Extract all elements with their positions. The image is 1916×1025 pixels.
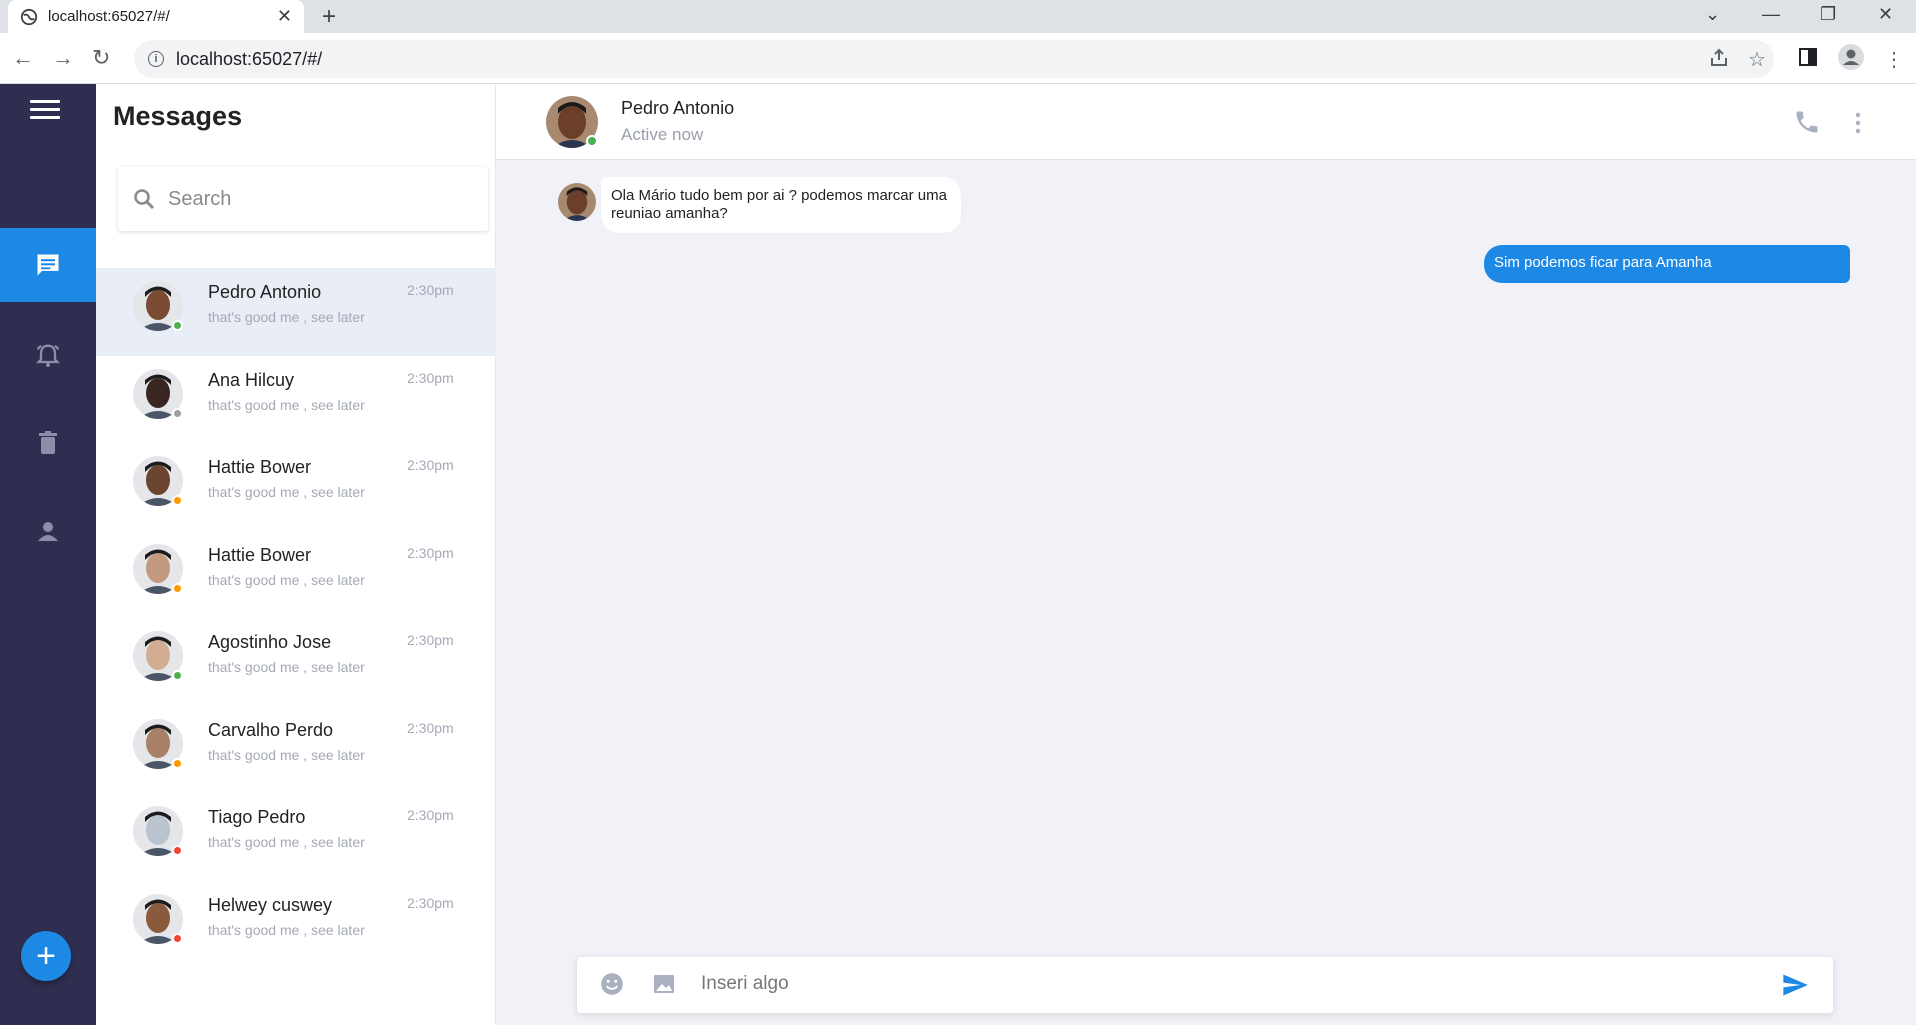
person-icon xyxy=(38,522,58,541)
more-options-icon[interactable] xyxy=(1853,112,1863,134)
message-sender-avatar xyxy=(558,183,596,221)
panel-title: Messages xyxy=(113,101,243,131)
contact-list: Pedro Antonio that's good me , see later 2… xyxy=(96,268,496,968)
search-placeholder: Search xyxy=(168,187,232,210)
rail-item-profile[interactable] xyxy=(0,494,96,568)
nav-rail: + xyxy=(0,84,96,1025)
browser-menu-icon[interactable]: ⋮ xyxy=(1884,47,1904,72)
chat-header: Pedro Antonio Active now xyxy=(496,84,1916,160)
contact-preview: that's good me , see later xyxy=(208,659,365,675)
list-item[interactable]: Agostinho Jose that's good me , see later… xyxy=(96,618,496,706)
contact-time: 2:30pm xyxy=(407,457,454,473)
new-conversation-button[interactable]: + xyxy=(21,931,71,981)
chat-contact-status: Active now xyxy=(621,125,704,144)
status-dot xyxy=(172,845,183,856)
app: + Messages Search Pedro Antonio that's go… xyxy=(0,84,1916,1025)
browser-toolbar: ← → ↻ i localhost:65027/#/ ☆ ⋮ xyxy=(0,33,1916,84)
contact-name: Pedro Antonio xyxy=(208,282,322,302)
address-bar[interactable]: i localhost:65027/#/ xyxy=(134,40,1774,78)
status-dot xyxy=(172,757,183,769)
list-item[interactable]: Carvalho Perdo that's good me , see later… xyxy=(96,706,496,794)
contact-preview: that's good me , see later xyxy=(208,921,365,938)
close-window-icon[interactable]: ✕ xyxy=(1878,4,1893,25)
image-icon[interactable] xyxy=(652,972,676,996)
outgoing-message-bubble: Sim podemos ficar para Amanha xyxy=(1484,245,1850,283)
search-icon xyxy=(134,189,155,210)
status-dot xyxy=(172,670,183,681)
minimize-icon[interactable]: — xyxy=(1762,4,1780,25)
reload-icon[interactable]: ↻ xyxy=(92,45,110,71)
side-panel-icon[interactable] xyxy=(1798,47,1818,67)
contact-time: 2:30pm xyxy=(407,807,454,823)
list-item[interactable]: Hattie Bower that's good me , see later 2:… xyxy=(96,531,496,619)
status-dot xyxy=(172,932,183,944)
alarm-icon xyxy=(35,344,61,368)
contact-name: Helwey cuswey xyxy=(208,894,333,915)
contact-name: Carvalho Perdo xyxy=(208,719,334,740)
tab-title: localhost:65027/#/ xyxy=(48,8,170,25)
message-composer[interactable]: Inseri algo xyxy=(577,957,1833,1013)
contact-name: Ana Hilcuy xyxy=(208,369,295,390)
globe-icon xyxy=(20,8,38,25)
contact-time: 2:30pm xyxy=(407,894,454,911)
rail-item-alerts[interactable] xyxy=(0,318,96,392)
contact-preview: that's good me , see later xyxy=(208,484,365,500)
contact-time: 2:30pm xyxy=(407,282,454,298)
phone-icon[interactable] xyxy=(1793,108,1821,136)
profile-avatar-icon[interactable] xyxy=(1838,44,1864,70)
status-dot xyxy=(172,582,183,594)
chat-icon xyxy=(37,254,59,276)
status-dot xyxy=(172,495,183,506)
contact-time: 2:30pm xyxy=(407,544,454,561)
list-item[interactable]: Helwey cuswey that's good me , see later 2… xyxy=(96,881,496,969)
contact-preview: that's good me , see later xyxy=(208,309,365,325)
forward-icon[interactable]: → xyxy=(52,45,74,71)
site-info-icon[interactable]: i xyxy=(148,51,164,67)
status-dot xyxy=(172,407,183,419)
contact-time: 2:30pm xyxy=(407,369,454,386)
browser-tab[interactable]: localhost:65027/#/ ✕ xyxy=(8,0,304,33)
send-icon[interactable] xyxy=(1780,971,1810,999)
chat-area: Pedro Antonio Active now Ola Mário tudo … xyxy=(496,84,1916,1025)
list-item[interactable]: Pedro Antonio that's good me , see later 2… xyxy=(96,268,496,356)
rail-item-messages[interactable] xyxy=(0,228,96,302)
emoji-icon[interactable] xyxy=(599,971,625,997)
contact-preview: that's good me , see later xyxy=(208,834,365,850)
composer-placeholder: Inseri algo xyxy=(701,973,789,994)
search-input[interactable]: Search xyxy=(118,167,488,231)
chat-contact-name: Pedro Antonio xyxy=(621,98,735,118)
contact-preview: that's good me , see later xyxy=(208,396,365,413)
contact-time: 2:30pm xyxy=(407,719,454,736)
contact-name: Agostinho Jose xyxy=(208,632,332,652)
list-item[interactable]: Ana Hilcuy that's good me , see later 2:30… xyxy=(96,356,496,444)
messages-panel: Messages Search Pedro Antonio that's good… xyxy=(96,84,496,1025)
new-tab-icon[interactable]: + xyxy=(322,3,336,31)
contact-name: Hattie Bower xyxy=(208,457,312,477)
list-item[interactable]: Hattie Bower that's good me , see later 2:… xyxy=(96,443,496,531)
contact-preview: that's good me , see later xyxy=(208,571,365,588)
close-tab-icon[interactable]: ✕ xyxy=(277,6,292,27)
incoming-message-bubble: Ola Mário tudo bem por ai ? podemos marc… xyxy=(601,177,961,233)
rail-item-trash[interactable] xyxy=(0,406,96,480)
back-icon[interactable]: ← xyxy=(12,45,34,71)
online-status-dot xyxy=(586,135,598,147)
trash-icon xyxy=(39,431,57,454)
bookmark-star-icon[interactable]: ☆ xyxy=(1748,47,1766,72)
contact-name: Hattie Bower xyxy=(208,544,312,565)
hamburger-menu-icon[interactable] xyxy=(30,100,60,122)
contact-time: 2:30pm xyxy=(407,632,454,648)
url-text: localhost:65027/#/ xyxy=(176,48,323,69)
browser-tabbar: localhost:65027/#/ ✕ + ⌄ — ❐ ✕ xyxy=(0,0,1916,33)
list-item[interactable]: Tiago Pedro that's good me , see later 2:3… xyxy=(96,793,496,881)
chevron-down-icon[interactable]: ⌄ xyxy=(1705,4,1720,25)
share-icon[interactable] xyxy=(1708,47,1730,69)
restore-icon[interactable]: ❐ xyxy=(1820,4,1836,25)
contact-preview: that's good me , see later xyxy=(208,746,365,763)
contact-name: Tiago Pedro xyxy=(208,807,306,827)
status-dot xyxy=(172,320,183,331)
